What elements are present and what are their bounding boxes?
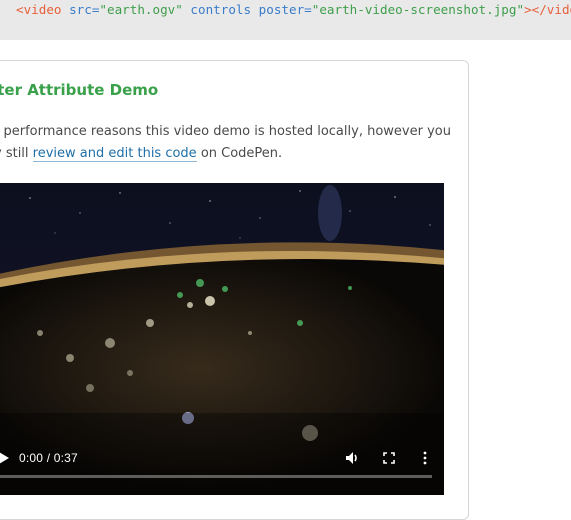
description-line-2: y still review and edit this code on Cod…	[0, 143, 434, 165]
code-attr-poster: poster=	[251, 2, 312, 17]
code-val-poster: "earth-video-screenshot.jpg"	[311, 2, 525, 17]
video-poster-image	[0, 183, 444, 495]
play-button[interactable]	[0, 451, 10, 465]
video-player[interactable]: 0:00 / 0:37	[0, 183, 444, 495]
more-options-button[interactable]	[420, 451, 430, 465]
code-snippet: <video src="earth.ogv" controls poster="…	[16, 2, 571, 18]
code-close-tag: ></video>	[524, 2, 571, 17]
volume-button[interactable]	[345, 451, 361, 465]
demo-description: r performance reasons this video demo is…	[0, 121, 451, 165]
fullscreen-icon	[383, 452, 395, 464]
volume-icon	[346, 452, 357, 464]
code-open-tag: <video	[16, 2, 62, 17]
description-text-before-link: y still	[0, 146, 29, 161]
fullscreen-button[interactable]	[383, 452, 395, 464]
codepen-link[interactable]: review and edit this code	[32, 146, 197, 162]
code-attr-src: src=	[61, 2, 100, 17]
play-icon	[0, 452, 9, 464]
description-line-1: r performance reasons this video demo is…	[0, 124, 451, 139]
progress-bar[interactable]	[0, 475, 432, 478]
demo-title: oster Attribute Demo	[0, 81, 159, 99]
code-snippet-panel: <video src="earth.ogv" controls poster="…	[0, 0, 571, 40]
code-val-src: "earth.ogv"	[99, 2, 183, 17]
description-text-after-link: on CodePen.	[196, 146, 283, 161]
more-vertical-icon	[423, 451, 427, 465]
code-attr-controls: controls	[182, 2, 252, 17]
time-display: 0:00 / 0:37	[19, 451, 78, 465]
